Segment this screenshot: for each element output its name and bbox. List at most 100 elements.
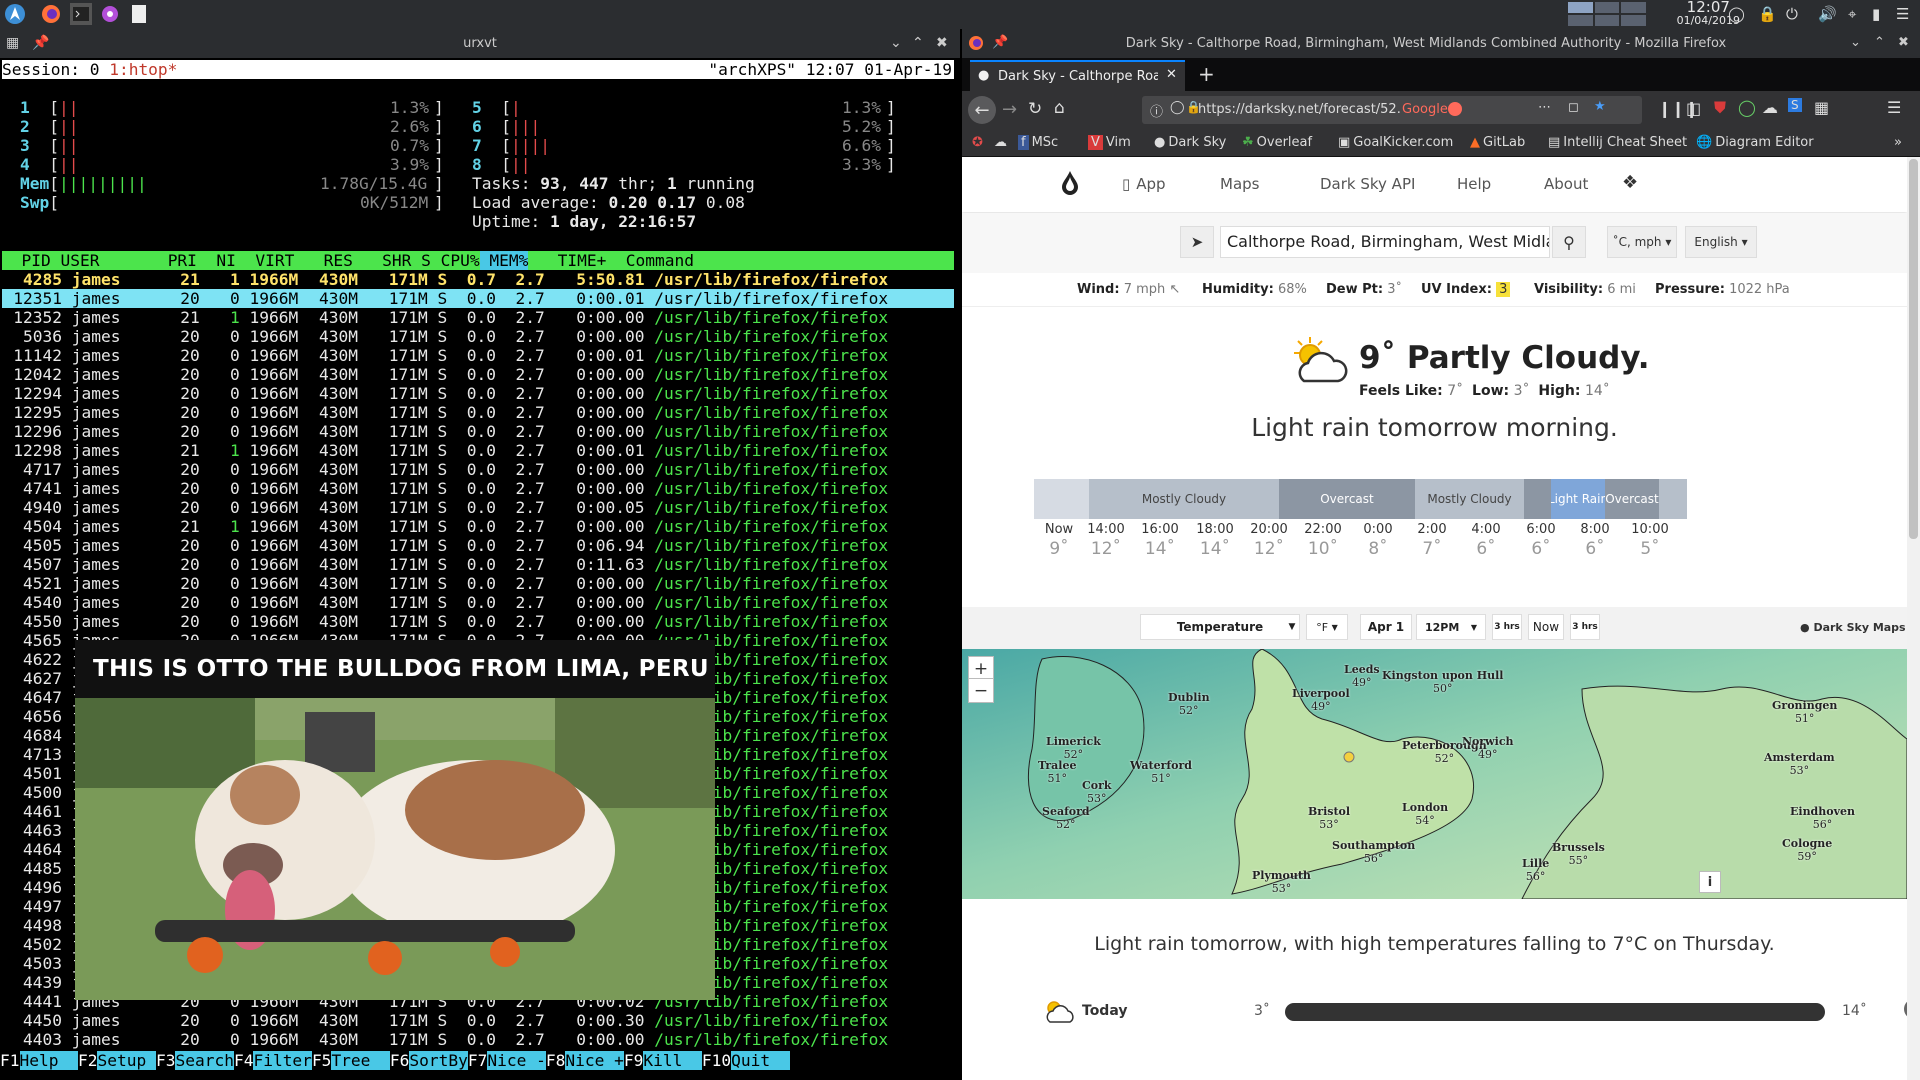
page-actions-icon[interactable]: ⋯ — [1538, 100, 1551, 115]
map-forward-button[interactable]: 3 hrs — [1570, 614, 1600, 640]
process-row[interactable]: 12351 james 20 0 1966M 430M 171M S 0.0 2.7… — [2, 289, 954, 308]
timeline-segment[interactable]: Light Rain — [1551, 479, 1605, 519]
fkey-label[interactable]: Help — [19, 1051, 78, 1070]
fkey-key[interactable]: F10 — [702, 1051, 731, 1070]
scrollbar-thumb[interactable] — [1909, 159, 1918, 539]
bookmark-dark-sky[interactable]: ● Dark Sky — [1154, 135, 1226, 150]
fkey-key[interactable]: F5 — [312, 1051, 332, 1070]
zoom-out-button[interactable]: − — [968, 678, 994, 703]
bookmark-vim[interactable]: V Vim — [1088, 135, 1131, 150]
process-row[interactable]: 4741 james 20 0 1966M 430M 171M S 0.0 2.7 … — [2, 479, 954, 498]
volume-icon[interactable]: 🔊 — [1818, 5, 1837, 23]
menu-icon[interactable]: ☰ — [1887, 98, 1901, 117]
fkey-label[interactable]: Filter — [253, 1051, 312, 1070]
fkey-key[interactable]: F6 — [390, 1051, 410, 1070]
fkey-label[interactable]: Tree — [331, 1051, 390, 1070]
info-icon[interactable]: ⓘ — [1150, 101, 1163, 120]
nav-api[interactable]: Dark Sky API — [1320, 175, 1415, 193]
extension-2-icon[interactable]: ☁ — [1762, 98, 1778, 117]
fkey-key[interactable]: F9 — [624, 1051, 644, 1070]
timeline-segment[interactable] — [1524, 479, 1551, 519]
bulb-icon[interactable]: ◯ — [1728, 5, 1745, 23]
map-layer-select[interactable]: Temperature — [1140, 614, 1300, 640]
fkey-key[interactable]: F8 — [546, 1051, 566, 1070]
map-back-button[interactable]: 3 hrs — [1492, 614, 1522, 640]
bookmark-diagram-editor[interactable]: 🌐 Diagram Editor — [1696, 135, 1814, 150]
process-row[interactable]: 12298 james 21 1 1966M 430M 171M S 0.0 2.7… — [2, 441, 954, 460]
process-row[interactable]: 4507 james 20 0 1966M 430M 171M S 0.0 2.7 … — [2, 555, 954, 574]
fkey-label[interactable]: Quit — [731, 1051, 790, 1070]
language-select[interactable]: English ▾ — [1685, 226, 1757, 258]
map-time-select[interactable]: 12PM ▼ — [1416, 614, 1486, 640]
media-launcher-icon[interactable] — [99, 3, 121, 25]
process-row[interactable]: 4521 james 20 0 1966M 430M 171M S 0.0 2.7 … — [2, 574, 954, 593]
nav-help[interactable]: Help — [1457, 175, 1491, 193]
battery-icon[interactable]: ▮ — [1872, 5, 1880, 23]
dark-sky-maps-link[interactable]: ● Dark Sky Maps — [1800, 621, 1906, 634]
extensions-grid-icon[interactable]: ▦ — [1814, 98, 1829, 117]
chevron-up-icon[interactable]: ⌃ — [1874, 35, 1885, 50]
process-row[interactable]: 4550 james 20 0 1966M 430M 171M S 0.0 2.7 … — [2, 612, 954, 631]
process-row[interactable]: 11142 james 20 0 1966M 430M 171M S 0.0 2.7… — [2, 346, 954, 365]
fkey-label[interactable]: Kill — [643, 1051, 702, 1070]
nav-about[interactable]: About — [1544, 175, 1588, 193]
wifi-icon[interactable]: ⌖ — [1848, 5, 1856, 23]
process-row[interactable]: 12295 james 20 0 1966M 430M 171M S 0.0 2.7… — [2, 403, 954, 422]
process-row[interactable]: 4505 james 20 0 1966M 430M 171M S 0.0 2.7 … — [2, 536, 954, 555]
process-row[interactable]: 4450 james 20 0 1966M 430M 171M S 0.0 2.7 … — [2, 1011, 954, 1030]
chevron-up-icon[interactable]: ⌃ — [912, 35, 924, 51]
temperature-map[interactable]: + − Dublin 52° Liverpool 49° Leeds 49° Kingsto… — [962, 649, 1907, 899]
process-table-header[interactable]: PID USER PRI NI VIRT RES SHR S CPU% MEM%… — [2, 251, 954, 270]
map-now-button[interactable]: Now — [1528, 614, 1564, 640]
close-tab-icon[interactable]: ✕ — [1166, 67, 1177, 82]
workspace-pager[interactable] — [1568, 2, 1646, 26]
process-row[interactable]: 12352 james 21 1 1966M 430M 171M S 0.0 2.7… — [2, 308, 954, 327]
fkey-key[interactable]: F2 — [78, 1051, 98, 1070]
lock-icon[interactable]: 🔒 — [1758, 5, 1777, 23]
process-row[interactable]: 4717 james 20 0 1966M 430M 171M S 0.0 2.7 … — [2, 460, 954, 479]
bookmark-intellij[interactable]: ▤ Intellij Cheat Sheet — [1548, 135, 1687, 150]
dark-sky-logo-icon[interactable] — [1058, 170, 1082, 200]
units-select[interactable]: ˚C, mph ▾ — [1607, 226, 1677, 258]
extension-icon[interactable]: ◯ — [1738, 98, 1756, 117]
fkey-label[interactable]: Nice - — [487, 1051, 546, 1070]
bookmark-overleaf[interactable]: ☘ Overleaf — [1242, 135, 1312, 150]
nav-app[interactable]: ▯ App — [1122, 175, 1166, 193]
process-row[interactable]: 12042 james 20 0 1966M 430M 171M S 0.0 2.7… — [2, 365, 954, 384]
bitwarden-icon[interactable]: S — [1788, 98, 1802, 112]
chevron-down-icon[interactable]: ▼ — [1284, 614, 1300, 640]
process-row[interactable]: 4504 james 21 1 1966M 430M 171M S 0.0 2.7 … — [2, 517, 954, 536]
twitter-icon[interactable]: ❖ — [1622, 172, 1638, 193]
fkey-key[interactable]: F4 — [234, 1051, 254, 1070]
arch-launcher-icon[interactable] — [4, 3, 26, 25]
firefox-launcher-icon[interactable] — [40, 3, 62, 25]
fkey-key[interactable]: F1 — [0, 1051, 20, 1070]
terminal-launcher-icon[interactable] — [70, 3, 92, 25]
timeline-segment[interactable]: Mostly Cloudy — [1089, 479, 1279, 519]
bookmark-star-icon[interactable]: ★ — [1594, 99, 1606, 114]
fkey-label[interactable]: Setup — [97, 1051, 156, 1070]
bookmark-goalkicker[interactable]: ▣ GoalKicker.com — [1338, 135, 1453, 150]
process-row[interactable]: 5036 james 20 0 1966M 430M 171M S 0.0 2.7 … — [2, 327, 954, 346]
ublock-icon[interactable]: ⛊ — [1714, 98, 1726, 118]
terminal-titlebar[interactable]: ▦ 📌 urxvt ⌄ ⌃ ✖ — [0, 29, 960, 58]
bookmarks-overflow-icon[interactable]: » — [1894, 135, 1902, 150]
map-date-button[interactable]: Apr 1 — [1360, 614, 1412, 640]
chevron-down-icon[interactable]: ⌄ — [1850, 35, 1861, 50]
pocket-icon[interactable]: ◻ — [1568, 100, 1579, 115]
process-row[interactable]: 4403 james 20 0 1966M 430M 171M S 0.0 2.7 … — [2, 1030, 954, 1049]
close-icon[interactable]: ✖ — [936, 35, 948, 51]
menu-icon[interactable]: ☰ — [1896, 5, 1909, 23]
fkey-key[interactable]: F3 — [156, 1051, 176, 1070]
bookmark-pin-icon[interactable]: ✪ — [972, 135, 983, 150]
bookmark-msc[interactable]: f MSc — [1018, 135, 1058, 150]
reload-icon[interactable]: ↻ — [1028, 99, 1042, 119]
day-row-today[interactable]: Today 3˚ 14˚ + — [1042, 997, 1907, 1027]
new-tab-icon[interactable]: + — [1198, 62, 1215, 86]
timeline-segment[interactable]: Mostly Cloudy — [1415, 479, 1524, 519]
fkey-label[interactable]: Search — [175, 1051, 234, 1070]
process-row[interactable]: 4285 james 21 1 1966M 430M 171M S 0.7 2.7 … — [2, 270, 954, 289]
locate-me-button[interactable]: ➤ — [1180, 226, 1214, 258]
files-launcher-icon[interactable] — [128, 3, 150, 25]
firefox-titlebar[interactable]: 📌 Dark Sky - Calthorpe Road, Birmingham,… — [962, 29, 1920, 58]
